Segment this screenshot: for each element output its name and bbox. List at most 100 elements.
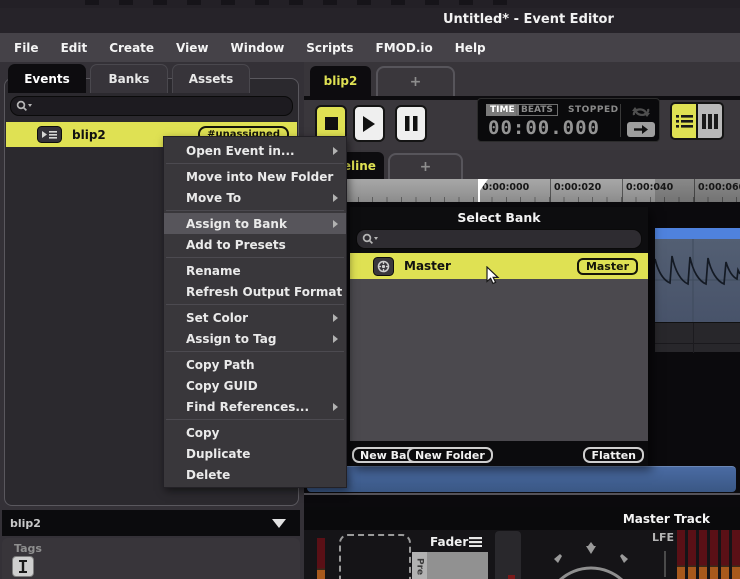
menu-item-copy-guid[interactable]: Copy GUID — [164, 375, 346, 396]
speaker-top-icon — [586, 542, 596, 554]
menu-separator — [166, 210, 344, 211]
menu-item-move-to[interactable]: Move To — [164, 187, 346, 208]
master-track-deck: Fader Pre LFE — [304, 530, 740, 579]
fader-module[interactable]: Fader Pre — [412, 531, 488, 579]
events-search-input[interactable] — [10, 96, 293, 116]
logic-track-bar[interactable] — [307, 466, 736, 492]
clipped-decoration — [85, 0, 515, 5]
rename-tag-button[interactable] — [12, 556, 34, 577]
menu-item-assign-to-bank[interactable]: Assign to Bank — [164, 213, 346, 234]
ruler-tick-2: 0:00:040 — [626, 182, 674, 193]
lfe-fader[interactable] — [664, 551, 666, 577]
select-bank-popup: Select Bank Master Master New Bank New F… — [350, 207, 648, 466]
new-folder-button[interactable]: New Folder — [407, 447, 493, 463]
selected-event-bar[interactable]: blip2 — [2, 510, 300, 536]
menu-item-delete[interactable]: Delete — [164, 464, 346, 485]
menu-edit[interactable]: Edit — [61, 41, 88, 55]
speaker-left-icon — [554, 554, 562, 563]
submenu-arrow-icon — [333, 220, 338, 228]
view-toggle — [670, 102, 724, 140]
menu-item-set-color[interactable]: Set Color — [164, 307, 346, 328]
pause-icon — [404, 116, 417, 131]
menu-separator — [166, 419, 344, 420]
menu-item-assign-to-tag[interactable]: Assign to Tag — [164, 328, 346, 349]
menu-item-copy[interactable]: Copy — [164, 422, 346, 443]
collapsed-module[interactable] — [495, 531, 521, 579]
timeline-ruler[interactable]: 0:00:000 0:00:020 0:00:040 0:00:060 — [304, 179, 740, 202]
mixer-view-button[interactable] — [697, 102, 724, 140]
search-icon — [362, 233, 378, 245]
audio-instrument-waveform[interactable] — [654, 239, 740, 322]
pre-fader-tab[interactable]: Pre — [412, 552, 427, 579]
bank-icon — [373, 256, 394, 276]
mixer-strips-icon — [702, 113, 718, 129]
ruler-tick-1: 0:00:020 — [554, 182, 602, 193]
play-icon — [363, 115, 375, 132]
tags-panel: Tags — [2, 538, 300, 579]
window-title: Untitled* - Event Editor — [443, 12, 614, 27]
menu-item-duplicate[interactable]: Duplicate — [164, 443, 346, 464]
transport-status: STOPPED — [568, 105, 619, 115]
new-sheet-tab-button[interactable]: + — [388, 153, 463, 179]
bank-list-area[interactable] — [350, 279, 648, 441]
submenu-arrow-icon — [333, 314, 338, 322]
menu-window[interactable]: Window — [230, 41, 284, 55]
input-meter — [317, 538, 325, 579]
menu-item-open-event-in[interactable]: Open Event in... — [164, 140, 346, 161]
search-icon — [16, 100, 32, 112]
menu-scripts[interactable]: Scripts — [306, 41, 353, 55]
menu-item-find-references[interactable]: Find References... — [164, 396, 346, 417]
menu-item-refresh-output-format[interactable]: Refresh Output Format — [164, 281, 346, 302]
menu-item-copy-path[interactable]: Copy Path — [164, 354, 346, 375]
text-cursor-icon — [19, 560, 27, 573]
ruler-tick-3: 0:00:060 — [698, 182, 740, 193]
menu-fmodio[interactable]: FMOD.io — [376, 41, 433, 55]
pause-button[interactable] — [395, 105, 427, 142]
menu-item-move-into-new-folder[interactable]: Move into New Folder — [164, 166, 346, 187]
menu-create[interactable]: Create — [109, 41, 154, 55]
empty-effect-slot[interactable] — [339, 534, 411, 579]
menu-item-rename[interactable]: Rename — [164, 260, 346, 281]
beats-mode-tab[interactable]: BEATS — [516, 104, 558, 116]
transport-display: TIME BEATS STOPPED 00:00.000 — [477, 98, 660, 142]
collapse-icon[interactable] — [272, 519, 286, 528]
new-event-tab-button[interactable]: + — [376, 66, 455, 96]
select-bank-title: Select Bank — [457, 210, 541, 225]
master-bank-badge: Master — [576, 257, 638, 275]
menu-help[interactable]: Help — [455, 41, 486, 55]
fader-label: Fader — [430, 534, 469, 549]
panner-knob[interactable] — [544, 538, 644, 579]
transport-toolbar: TIME BEATS STOPPED 00:00.000 — [304, 98, 740, 150]
flatten-button[interactable]: Flatten — [583, 447, 644, 463]
track-lane — [655, 322, 740, 353]
menu-item-add-to-presets[interactable]: Add to Presets — [164, 234, 346, 255]
menu-separator — [166, 304, 344, 305]
play-button[interactable] — [353, 105, 385, 142]
advance-playhead-button[interactable] — [627, 122, 655, 137]
speaker-right-icon — [620, 554, 628, 563]
submenu-arrow-icon — [333, 335, 338, 343]
output-meters — [677, 530, 740, 579]
menu-separator — [166, 257, 344, 258]
bank-search-input[interactable] — [356, 229, 642, 249]
selected-event-name: blip2 — [10, 516, 41, 530]
lfe-label: LFE — [652, 531, 675, 544]
display-divider — [620, 104, 621, 137]
tab-event-blip2[interactable]: blip2 — [310, 66, 371, 96]
tab-banks[interactable]: Banks — [90, 64, 168, 93]
menu-separator — [166, 351, 344, 352]
time-mode-tab[interactable]: TIME — [486, 104, 519, 116]
tab-events[interactable]: Events — [8, 64, 86, 93]
hamburger-menu-icon[interactable] — [469, 536, 482, 547]
tab-assets[interactable]: Assets — [172, 64, 250, 93]
list-view-icon — [675, 114, 693, 128]
panel-divider — [304, 493, 740, 495]
menu-view[interactable]: View — [176, 41, 208, 55]
menu-file[interactable]: File — [14, 41, 39, 55]
tracks-view-button[interactable] — [670, 102, 697, 140]
loop-icon[interactable] — [629, 105, 653, 119]
event-context-menu: Open Event in... Move into New Folder Mo… — [163, 136, 347, 488]
waveform-icon — [654, 239, 740, 322]
event-name: blip2 — [72, 127, 106, 142]
master-track-title: Master Track — [622, 511, 710, 526]
